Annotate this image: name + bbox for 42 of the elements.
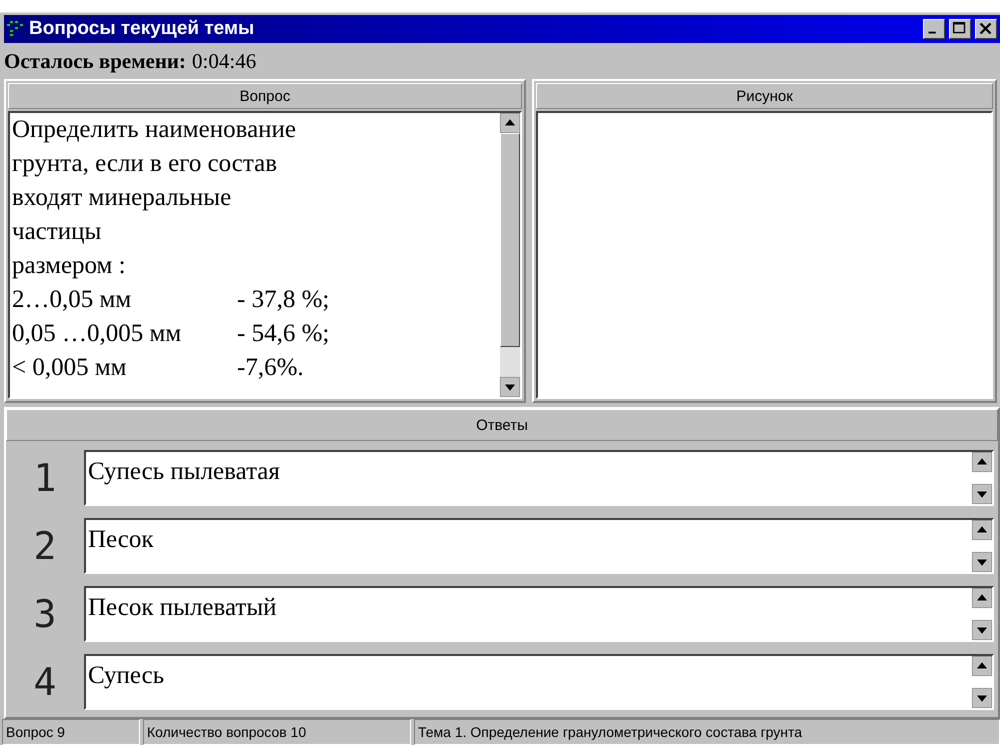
timer-label: Осталось времени: <box>4 48 186 74</box>
scroll-up-button[interactable] <box>500 113 520 133</box>
question-line: Определить наименование <box>12 115 296 145</box>
question-line: частицы <box>12 217 102 247</box>
answer-number: 2 <box>32 524 58 568</box>
status-cell: Вопрос 9 <box>2 719 140 745</box>
close-button[interactable] <box>975 19 997 39</box>
scroll-up-button[interactable] <box>972 588 992 608</box>
minimize-button[interactable] <box>923 19 945 39</box>
answer-field[interactable]: Супесь пылеватая <box>84 450 994 506</box>
question-line: грунта, если в его состав <box>12 149 278 179</box>
status-cell: Тема 1. Определение гранулометрического состава грунта <box>414 719 1000 745</box>
answer-number: 4 <box>32 660 58 704</box>
scroll-down-button[interactable] <box>500 377 520 397</box>
panel-header: Рисунок <box>536 83 993 109</box>
question-share: -7,6%. <box>237 353 304 383</box>
timer-value: 0:04:46 <box>192 48 256 74</box>
answer-field[interactable]: Песок <box>84 518 994 574</box>
scroll-down-button[interactable] <box>972 688 992 708</box>
question-line: входят минеральные <box>12 183 232 213</box>
scroll-up-button[interactable] <box>972 520 992 540</box>
maximize-button[interactable] <box>949 19 971 39</box>
question-share: - 54,6 %; <box>237 319 330 349</box>
window-title: Вопросы текущей темы <box>29 18 256 40</box>
answer-field[interactable]: Супесь <box>84 654 994 710</box>
scroll-up-button[interactable] <box>972 452 992 472</box>
question-line: размером : <box>12 251 126 281</box>
question-line: 0,05 …0,005 мм <box>12 319 182 349</box>
app-icon <box>7 19 25 39</box>
scroll-down-button[interactable] <box>972 620 992 640</box>
answer-number: 1 <box>32 456 58 500</box>
question-line: < 0,005 мм <box>12 353 128 383</box>
panel-header: Ответы <box>6 409 998 441</box>
answer-field[interactable]: Песок пылеватый <box>84 586 994 642</box>
scroll-up-button[interactable] <box>972 656 992 676</box>
status-cell: Количество вопросов 10 <box>143 719 411 745</box>
question-line: 2…0,05 мм <box>12 285 132 315</box>
scroll-down-button[interactable] <box>972 552 992 572</box>
question-share: - 37,8 %; <box>237 285 330 315</box>
answer-number: 3 <box>32 592 58 636</box>
scroll-down-button[interactable] <box>972 484 992 504</box>
panel-header: Вопрос <box>8 83 522 109</box>
